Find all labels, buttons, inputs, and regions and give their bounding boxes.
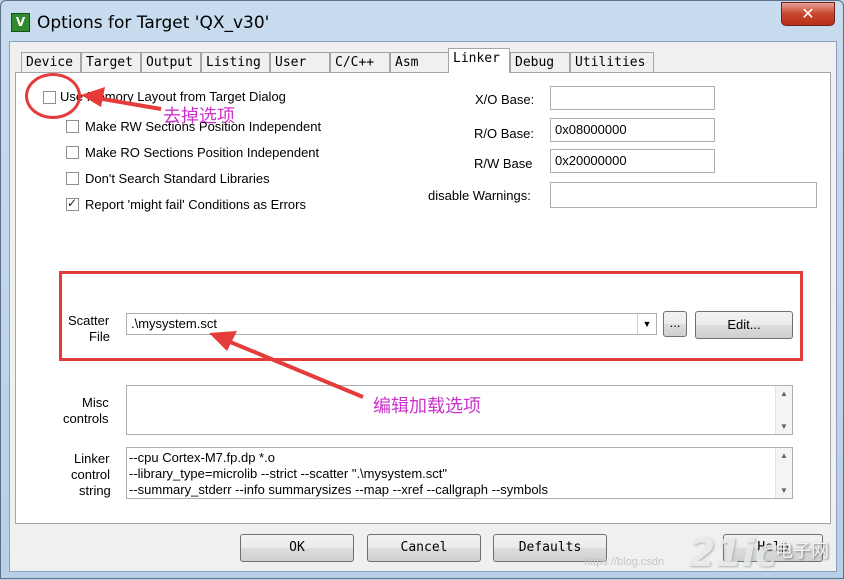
tab-linker[interactable]: Linker: [448, 48, 510, 73]
watermark-site: 电子网: [775, 541, 829, 562]
annotation-remove-option: 去掉选项: [163, 106, 235, 127]
arrow-icon: [81, 87, 162, 111]
annotation-arrows: [81, 87, 364, 399]
watermark-url: https://blog.csdn: [584, 556, 665, 568]
watermark-logo: 21ic: [689, 531, 778, 575]
options-dialog-window: V Options for Target 'QX_v30' ✕ Device T…: [0, 0, 844, 579]
arrow-icon: [209, 331, 364, 399]
annotation-edit-load-option: 编辑加载选项: [373, 396, 481, 417]
